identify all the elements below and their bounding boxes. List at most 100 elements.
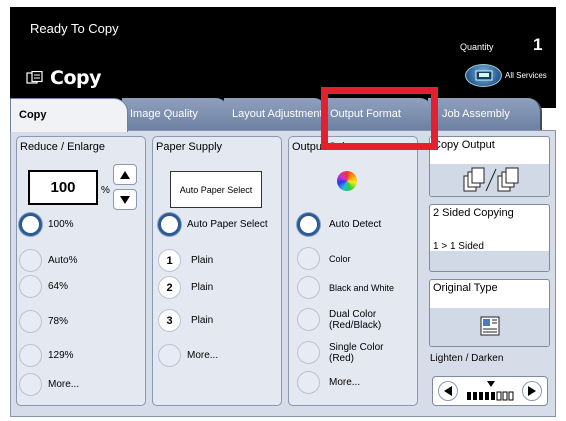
arrow-up-icon xyxy=(120,170,130,179)
radio-icon xyxy=(19,275,42,298)
arrow-down-icon xyxy=(120,195,130,204)
tray-label: Plain xyxy=(191,255,214,266)
quantity-value[interactable]: 1 xyxy=(533,35,542,55)
radio-icon xyxy=(19,249,42,272)
color-wheel-icon xyxy=(337,171,357,191)
arrow-left-icon xyxy=(444,386,452,396)
paper-option-auto[interactable]: Auto Paper Select xyxy=(158,213,268,236)
radio-icon xyxy=(297,276,320,299)
paper-supply-panel: Paper Supply Auto Paper Select Auto Pape… xyxy=(152,136,282,406)
copy-output-body xyxy=(430,164,549,196)
tray-label: Plain xyxy=(191,282,214,293)
tray-label: Plain xyxy=(191,315,214,326)
tab-layout-adjustment[interactable]: Layout Adjustment xyxy=(224,98,328,130)
tray-number: 2 xyxy=(158,276,181,299)
radio-icon xyxy=(297,308,320,331)
radio-icon xyxy=(19,310,42,333)
option-label: Auto% xyxy=(48,255,78,266)
paper-supply-title: Paper Supply xyxy=(156,141,223,153)
radio-selected-icon xyxy=(19,213,42,236)
tab-image-quality[interactable]: Image Quality xyxy=(122,98,230,130)
radio-icon xyxy=(158,344,181,367)
reduce-option-78[interactable]: 78% xyxy=(19,310,68,333)
reduce-option-64[interactable]: 64% xyxy=(19,275,68,298)
color-option-color[interactable]: Color xyxy=(297,247,351,270)
color-option-more[interactable]: More... xyxy=(297,371,360,394)
quantity-label: Quantity xyxy=(460,42,494,52)
reduce-option-more[interactable]: More... xyxy=(19,373,79,396)
original-type-title: Original Type xyxy=(433,282,498,294)
option-label: More... xyxy=(48,379,80,390)
output-format-highlight xyxy=(321,87,438,150)
page-title: Copy xyxy=(26,67,101,89)
lighten-darken-scale xyxy=(467,381,514,401)
option-label: Dual Color (Red/Black) xyxy=(329,308,382,331)
copy-output-button[interactable]: Copy Output xyxy=(429,136,550,197)
increase-button[interactable] xyxy=(113,164,137,185)
radio-icon xyxy=(297,371,320,394)
copy-icon xyxy=(26,71,43,84)
option-label: Auto Detect xyxy=(329,219,382,230)
photo-and-text-icon xyxy=(480,316,500,336)
radio-icon xyxy=(19,373,42,396)
machine-status: Ready To Copy xyxy=(30,21,119,36)
original-type-button[interactable]: Original Type xyxy=(429,279,550,347)
copy-screen: Ready To Copy Quantity 1 Copy All Servic… xyxy=(10,7,556,417)
reduce-option-129[interactable]: 129% xyxy=(19,344,74,367)
option-label: Color xyxy=(329,253,351,264)
color-option-auto-detect[interactable]: Auto Detect xyxy=(297,213,381,236)
two-sided-copying-button[interactable]: 2 Sided Copying 1 > 1 Sided xyxy=(429,204,550,272)
tray-number: 1 xyxy=(158,249,181,272)
reduce-option-100[interactable]: 100% xyxy=(19,213,74,236)
paper-tray-2[interactable]: 2 Plain xyxy=(158,276,213,299)
color-option-black-white[interactable]: Black and White xyxy=(297,276,394,299)
option-label: Auto Paper Select xyxy=(187,219,268,230)
radio-icon xyxy=(297,341,320,364)
lighten-button[interactable] xyxy=(438,381,458,401)
option-label: Single Color (Red) xyxy=(329,341,384,364)
decrease-button[interactable] xyxy=(113,189,137,210)
tab-job-assembly[interactable]: Job Assembly xyxy=(428,98,542,130)
copy-output-title: Copy Output xyxy=(433,139,495,151)
paper-tray-3[interactable]: 3 Plain xyxy=(158,309,213,332)
reduce-enlarge-panel: Reduce / Enlarge 100 % 100% Auto% 64% 78… xyxy=(16,136,146,406)
collated-output-icon xyxy=(463,167,519,192)
two-sided-body xyxy=(430,251,549,271)
all-services-button[interactable]: All Services xyxy=(465,64,547,87)
tab-copy[interactable]: Copy xyxy=(10,98,128,132)
all-services-label: All Services xyxy=(505,71,547,80)
percent-sign: % xyxy=(101,185,110,196)
services-icon xyxy=(475,70,492,81)
auto-paper-select-box: Auto Paper Select xyxy=(170,171,262,208)
color-option-dual-color[interactable]: Dual Color (Red/Black) xyxy=(297,308,399,331)
tray-number: 3 xyxy=(158,309,181,332)
page-title-text: Copy xyxy=(50,67,101,89)
two-sided-title: 2 Sided Copying xyxy=(433,207,514,219)
radio-icon xyxy=(297,247,320,270)
arrow-right-icon xyxy=(528,386,536,396)
option-label: More... xyxy=(329,377,361,388)
option-label: 129% xyxy=(48,350,74,361)
reduce-enlarge-value: 100 xyxy=(28,170,98,205)
reduce-enlarge-title: Reduce / Enlarge xyxy=(20,141,105,153)
header-bar: Ready To Copy Quantity 1 Copy All Servic… xyxy=(10,7,556,108)
option-label: Black and White xyxy=(329,282,395,293)
output-color-panel: Output Color Auto Detect Color Black and… xyxy=(288,136,418,406)
tab-bar: Copy Image Quality Layout Adjustment Out… xyxy=(10,98,556,132)
radio-icon xyxy=(19,344,42,367)
paper-option-more[interactable]: More... xyxy=(158,344,218,367)
darken-button[interactable] xyxy=(522,381,542,401)
paper-tray-1[interactable]: 1 Plain xyxy=(158,249,213,272)
lighten-darken-label: Lighten / Darken xyxy=(430,353,504,364)
lighten-darken-control xyxy=(432,376,548,406)
option-label: 78% xyxy=(48,316,69,327)
option-label: More... xyxy=(187,350,219,361)
copy-tab-content: Reduce / Enlarge 100 % 100% Auto% 64% 78… xyxy=(10,130,556,417)
reduce-option-auto[interactable]: Auto% xyxy=(19,249,77,272)
option-label: 100% xyxy=(48,219,74,230)
radio-selected-icon xyxy=(158,213,181,236)
option-label: 64% xyxy=(48,281,69,292)
color-option-single-color[interactable]: Single Color (Red) xyxy=(297,341,389,364)
original-type-body xyxy=(430,308,549,346)
radio-selected-icon xyxy=(297,213,320,236)
